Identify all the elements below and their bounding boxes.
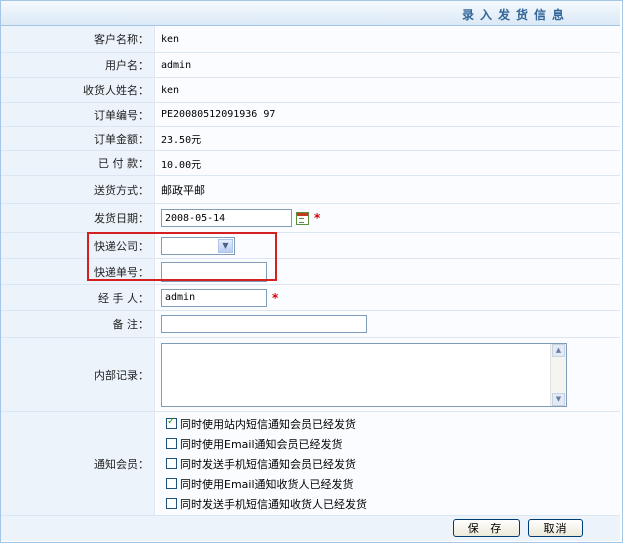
consignee-label: 收货人姓名： — [1, 78, 155, 102]
notify-option-label: 同时发送手机短信通知会员已经发货 — [180, 457, 356, 471]
internal-record-label: 内部记录： — [1, 338, 155, 411]
courier-company-select[interactable]: ▼ — [161, 236, 235, 255]
cancel-button[interactable]: 取消 — [528, 519, 583, 537]
form-title: 录入发货信息 — [461, 8, 570, 22]
save-button[interactable]: 保 存 — [453, 519, 520, 537]
notify-option[interactable]: 同时发送手机短信通知会员已经发货 — [166, 454, 356, 474]
notify-checkbox[interactable] — [166, 498, 177, 509]
ship-date-input[interactable] — [161, 209, 292, 227]
scroll-up-icon[interactable]: ▲ — [552, 343, 565, 357]
username-label: 用户名： — [1, 53, 155, 77]
notify-option-label: 同时使用Email通知会员已经发货 — [180, 437, 343, 451]
order-number-value: PE20080512091936 97 — [161, 109, 276, 120]
remark-label: 备 注： — [1, 311, 155, 337]
notify-option[interactable]: 同时使用站内短信通知会员已经发货 — [166, 414, 356, 434]
paid-label: 已 付 款： — [1, 151, 155, 175]
notify-option-label: 同时使用Email通知收货人已经发货 — [180, 477, 354, 491]
form-header: 录入发货信息 — [1, 1, 620, 26]
row-order-number: 订单编号： PE20080512091936 97 — [1, 103, 620, 127]
ship-date-required-mark: * — [314, 211, 321, 225]
row-remark: 备 注： — [1, 311, 620, 338]
tracking-number-label: 快递单号： — [1, 259, 155, 284]
notify-checkbox[interactable] — [166, 438, 177, 449]
notify-option[interactable]: 同时使用Email通知收货人已经发货 — [166, 474, 354, 494]
notify-option[interactable]: 同时使用Email通知会员已经发货 — [166, 434, 343, 454]
consignee-value: ken — [161, 84, 180, 96]
handler-label: 经 手 人： — [1, 285, 155, 310]
row-ship-date: 发货日期： * — [1, 204, 620, 233]
handler-required-mark: * — [272, 290, 279, 305]
scroll-down-icon[interactable]: ▼ — [552, 392, 565, 406]
row-order-amount: 订单金额： 23.50元 — [1, 127, 620, 151]
order-amount-value: 23.50元 — [161, 135, 202, 146]
row-customer-name: 客户名称： ken — [1, 26, 620, 53]
internal-record-textarea[interactable] — [161, 342, 567, 407]
row-tracking-number: 快递单号： — [1, 259, 620, 285]
row-paid: 已 付 款： 10.00元 — [1, 151, 620, 176]
handler-input[interactable] — [161, 288, 267, 307]
order-number-label: 订单编号： — [1, 103, 155, 126]
row-delivery-method: 送货方式： 邮政平邮 — [1, 176, 620, 204]
username-value: admin — [161, 59, 192, 71]
tracking-number-input[interactable] — [161, 261, 267, 282]
delivery-method-value: 邮政平邮 — [161, 183, 205, 197]
row-notify-members: 通知会员： 同时使用站内短信通知会员已经发货 同时使用Email通知会员已经发货… — [1, 412, 620, 516]
row-courier-company: 快递公司： ▼ — [1, 233, 620, 259]
order-amount-label: 订单金额： — [1, 127, 155, 150]
form-footer: 保 存 取消 — [1, 516, 620, 541]
customer-name-label: 客户名称： — [1, 26, 155, 52]
chevron-down-icon[interactable]: ▼ — [218, 238, 233, 253]
row-internal-record: 内部记录： ▲ ▼ — [1, 338, 620, 412]
courier-company-label: 快递公司： — [1, 233, 155, 258]
notify-checkbox[interactable] — [166, 458, 177, 469]
notify-option[interactable]: 同时发送手机短信通知收货人已经发货 — [166, 494, 367, 514]
customer-name-value: ken — [161, 33, 180, 45]
row-consignee: 收货人姓名： ken — [1, 78, 620, 103]
notify-checkbox[interactable] — [166, 478, 177, 489]
remark-input[interactable] — [161, 315, 367, 333]
row-username: 用户名： admin — [1, 53, 620, 78]
row-handler: 经 手 人： * — [1, 285, 620, 311]
ship-date-label: 发货日期： — [1, 204, 155, 232]
notify-checkbox[interactable] — [166, 416, 177, 429]
paid-value: 10.00元 — [161, 159, 202, 171]
notify-option-label: 同时使用站内短信通知会员已经发货 — [180, 417, 356, 431]
notify-option-label: 同时发送手机短信通知收货人已经发货 — [180, 497, 367, 511]
delivery-method-label: 送货方式： — [1, 176, 155, 203]
calendar-icon[interactable] — [296, 211, 309, 225]
textarea-scrollbar[interactable]: ▲ ▼ — [550, 343, 566, 406]
notify-members-label: 通知会员： — [1, 412, 155, 515]
